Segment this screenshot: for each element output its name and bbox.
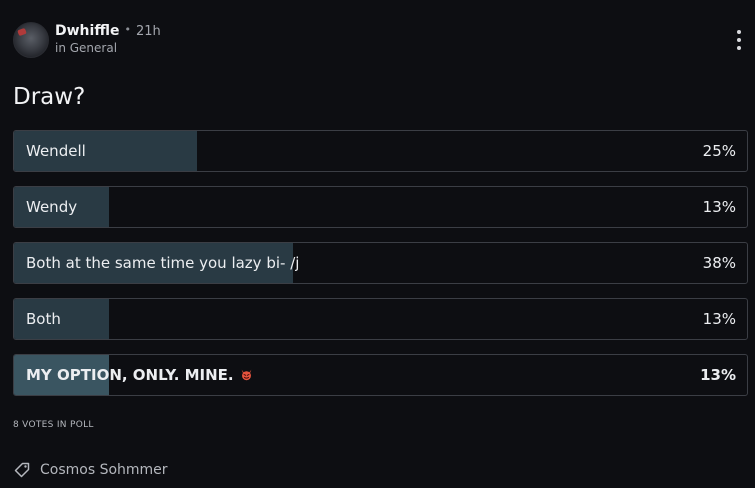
author-avatar[interactable] bbox=[13, 22, 49, 58]
poll: Wendell 25% Wendy 13% Both at the same t… bbox=[13, 130, 748, 410]
poll-option-percent: 13% bbox=[700, 366, 736, 384]
poll-option-label: Wendell bbox=[26, 142, 86, 160]
poll-option-label: Wendy bbox=[26, 198, 78, 216]
separator-dot: • bbox=[124, 23, 131, 36]
tag-label: Cosmos Sohmmer bbox=[40, 462, 168, 478]
tag-icon bbox=[14, 462, 30, 478]
author-line: Dwhiffle • 21h bbox=[55, 23, 161, 39]
post-title: Draw? bbox=[13, 84, 86, 110]
poll-votes-count: 8 VOTES IN POLL bbox=[13, 420, 94, 430]
author-name[interactable]: Dwhiffle bbox=[55, 23, 119, 39]
poll-option-label: Both bbox=[26, 310, 61, 328]
poll-option-label: Both at the same time you lazy bi- /j bbox=[26, 254, 300, 272]
poll-option-text: MY OPTION, ONLY. MINE. bbox=[26, 366, 234, 384]
poll-option-selected[interactable]: MY OPTION, ONLY. MINE. 13% bbox=[13, 354, 748, 396]
more-options-button[interactable] bbox=[735, 30, 743, 50]
poll-option-percent: 13% bbox=[702, 310, 736, 328]
poll-option[interactable]: Both at the same time you lazy bi- /j 38… bbox=[13, 242, 748, 284]
poll-option-percent: 38% bbox=[702, 254, 736, 272]
devil-emoji-icon bbox=[241, 369, 252, 381]
more-dots-icon bbox=[737, 38, 741, 42]
post-tag[interactable]: Cosmos Sohmmer bbox=[13, 461, 168, 479]
avatar-accent bbox=[17, 27, 27, 37]
poll-option[interactable]: Wendy 13% bbox=[13, 186, 748, 228]
post-header: Dwhiffle • 21h in General bbox=[13, 21, 743, 61]
poll-option-percent: 25% bbox=[702, 142, 736, 160]
poll-option-label: MY OPTION, ONLY. MINE. bbox=[26, 355, 253, 395]
post-timestamp: 21h bbox=[135, 24, 161, 39]
more-dots-icon bbox=[737, 30, 741, 34]
poll-option-percent: 13% bbox=[702, 198, 736, 216]
more-dots-icon bbox=[737, 46, 741, 50]
poll-option[interactable]: Both 13% bbox=[13, 298, 748, 340]
poll-option[interactable]: Wendell 25% bbox=[13, 130, 748, 172]
community-label[interactable]: in General bbox=[55, 41, 117, 55]
